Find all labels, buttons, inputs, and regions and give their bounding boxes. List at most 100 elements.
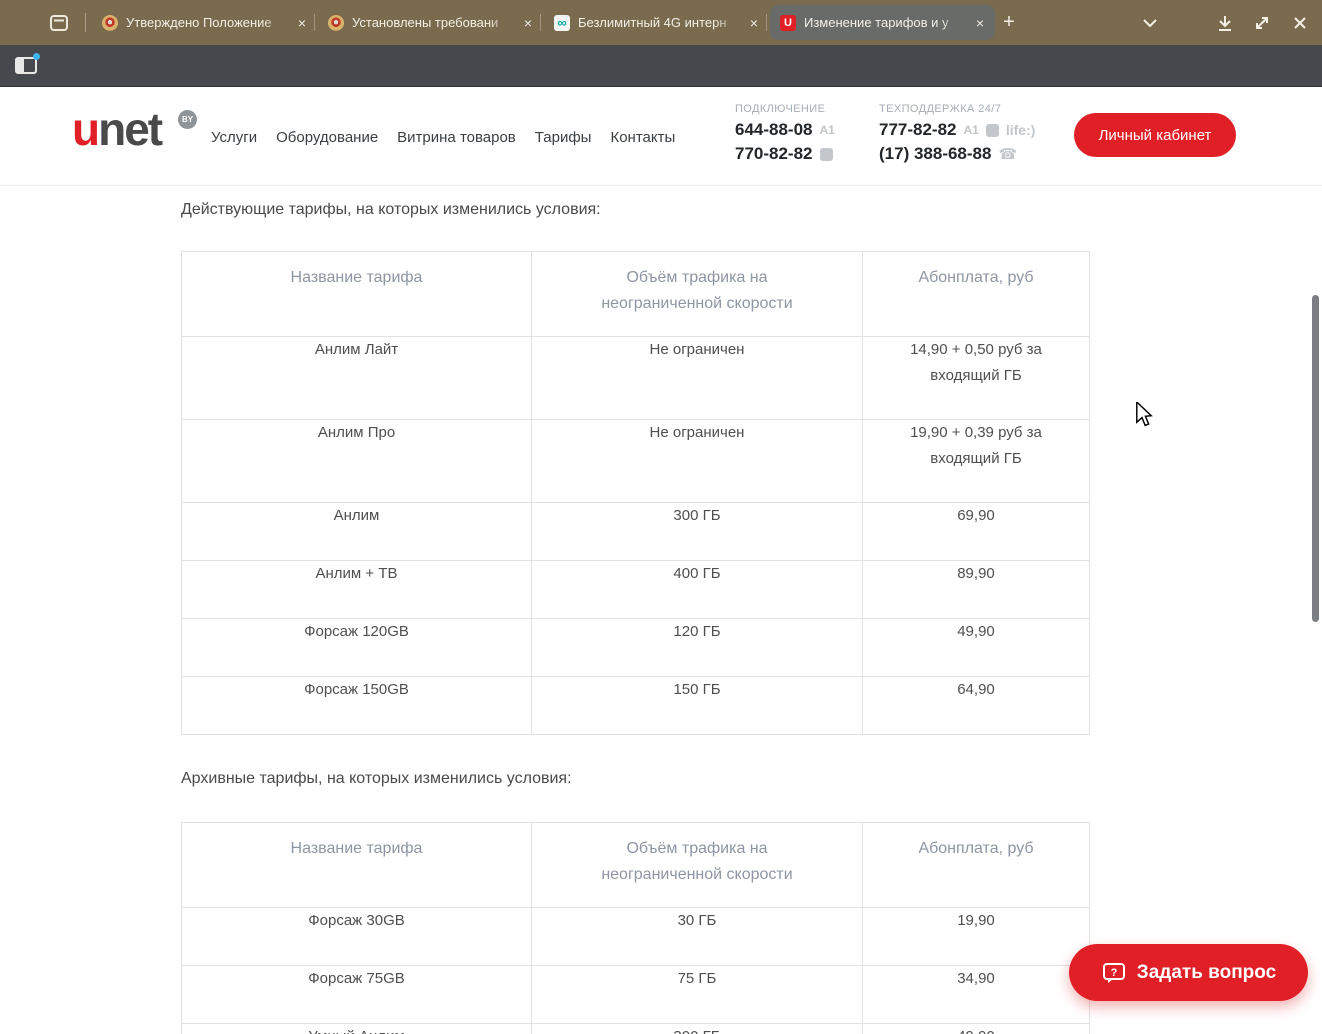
column-header-text: Объём трафика на неограниченной скорости xyxy=(601,840,793,883)
emblem-favicon-icon xyxy=(102,14,118,31)
traffic-cell: 300 ГБ xyxy=(531,502,863,561)
table-row: Умный Анлим300 ГБ49,90 xyxy=(181,1023,1090,1034)
a1-operator-icon: A1 xyxy=(963,123,979,137)
window-titlebar: Утверждено Положение × Установлены требова… xyxy=(0,0,1322,45)
phone-number[interactable]: 770-82-82 xyxy=(735,142,835,166)
column-header: Абонплата, руб xyxy=(862,251,1090,337)
tab-close-icon[interactable]: × xyxy=(973,16,987,30)
table-header-row: Название тарифа Объём трафика на неограни… xyxy=(181,251,1090,337)
tab-separator xyxy=(766,14,767,31)
table-row: Форсаж 120GB 120 ГБ 49,90 xyxy=(181,618,1090,677)
new-tab-button[interactable]: + xyxy=(995,8,1023,36)
archive-tariffs-table: Название тарифа Объём трафика на неограни… xyxy=(181,822,1090,1034)
column-header-text: Абонплата, руб xyxy=(918,840,1034,857)
traffic-cell: 120 ГБ xyxy=(531,618,863,677)
question-bubble-icon: ? xyxy=(1101,960,1127,986)
tariff-name-cell: Умный Анлим xyxy=(181,1023,532,1034)
tab-separator xyxy=(314,14,315,31)
tab-close-icon[interactable]: × xyxy=(295,16,309,30)
a1-operator-icon: A1 xyxy=(819,123,835,137)
section-heading-archive: Архивные тарифы, на которых изменились у… xyxy=(181,770,572,787)
tariff-name-cell: Форсаж 150GB xyxy=(181,676,532,735)
page-viewport: unet BY Услуги Оборудование Витрина товаро… xyxy=(0,88,1322,1034)
personal-account-button[interactable]: Личный кабинет xyxy=(1074,113,1236,157)
restore-window-icon[interactable] xyxy=(1250,11,1274,35)
phone-group-label: ПОДКЛЮЧЕНИЕ xyxy=(735,103,826,115)
phone-number[interactable]: 777-82-82 A1 life:) xyxy=(879,118,1035,142)
infinity-favicon-icon: ∞ xyxy=(554,14,570,31)
table-row: Форсаж 75GB 75 ГБ 34,90 xyxy=(181,965,1090,1024)
firefox-view-icon[interactable] xyxy=(46,11,72,34)
close-window-icon[interactable] xyxy=(1288,11,1312,35)
price-cell: 19,90 xyxy=(862,907,1090,966)
ask-question-label: Задать вопрос xyxy=(1136,961,1277,983)
section-heading-active: Действующие тарифы, на которых изменилис… xyxy=(181,201,601,218)
svg-text:?: ? xyxy=(1110,967,1117,979)
price-cell: 69,90 xyxy=(862,502,1090,561)
column-header: Название тарифа xyxy=(181,251,532,337)
unet-favicon-icon: U xyxy=(780,14,796,31)
traffic-cell: 300 ГБ xyxy=(531,1023,863,1034)
browser-tab[interactable]: U Изменение тарифов и у × xyxy=(770,5,995,40)
tariff-table: Название тарифа Объём трафика на неограни… xyxy=(181,822,1090,1034)
tab-title: Установлены требовани xyxy=(352,15,499,30)
nav-item-оборудование[interactable]: Оборудование xyxy=(276,129,378,146)
life-operator-icon: life:) xyxy=(1005,122,1036,138)
column-header: Объём трафика на неограниченной скорости xyxy=(531,822,863,908)
tariff-name-cell: Анлим Про xyxy=(181,419,532,503)
tariff-name-cell: Форсаж 120GB xyxy=(181,618,532,677)
sidebar-toggle-icon[interactable] xyxy=(15,53,40,74)
logo-by-badge: BY xyxy=(178,110,197,129)
phone-number-text: 777-82-82 xyxy=(879,120,957,139)
table-row: Форсаж 30GB 30 ГБ 19,90 xyxy=(181,907,1090,966)
mouse-cursor xyxy=(1133,402,1155,428)
phone-number[interactable]: 644-88-08 A1 xyxy=(735,118,835,142)
nav-item-услуги[interactable]: Услуги xyxy=(211,129,257,146)
column-header: Абонплата, руб xyxy=(862,822,1090,908)
price-cell: 34,90 xyxy=(862,965,1090,1024)
table-row: Анлим 300 ГБ 69,90 xyxy=(181,502,1090,561)
tab-close-icon[interactable]: × xyxy=(747,16,761,30)
nav-item-контакты[interactable]: Контакты xyxy=(610,129,675,146)
tab-title: Изменение тарифов и у xyxy=(804,15,949,30)
price-cell: 64,90 xyxy=(862,676,1090,735)
traffic-cell: 75 ГБ xyxy=(531,965,863,1024)
column-header-text: Название тарифа xyxy=(290,269,423,286)
unet-logo[interactable]: unet xyxy=(72,106,163,152)
traffic-cell: 400 ГБ xyxy=(531,560,863,619)
tab-list-chevron-icon[interactable] xyxy=(1138,11,1162,35)
tab-title: Безлимитный 4G интерн xyxy=(578,15,727,30)
phone-group-label: ТЕХПОДДЕРЖКА 24/7 xyxy=(879,103,1002,115)
column-header-text: Объём трафика на неограниченной скорости xyxy=(601,269,793,312)
downloads-icon[interactable] xyxy=(1213,11,1237,35)
nav-item-тарифы[interactable]: Тарифы xyxy=(535,129,592,146)
support-phones: ТЕХПОДДЕРЖКА 24/7 777-82-82 A1 life:) (17) 3… xyxy=(879,103,1035,166)
tariff-name-cell: Анлим xyxy=(181,502,532,561)
active-tariffs-table: Название тарифа Объём трафика на неограни… xyxy=(181,251,1090,735)
titlebar-divider xyxy=(85,13,86,32)
phone-number-text: (17) 388-68-88 xyxy=(879,144,992,163)
tariff-table: Название тарифа Объём трафика на неограни… xyxy=(181,251,1090,735)
phone-number-text: 770-82-82 xyxy=(735,144,813,163)
table-row: Анлим Про Не ограничен 19,90 + 0,39 руб за… xyxy=(181,419,1090,503)
scrollbar-thumb[interactable] xyxy=(1312,295,1319,622)
phone-number[interactable]: (17) 388-68-88 ☎ xyxy=(879,142,1035,166)
column-header: Название тарифа xyxy=(181,822,532,908)
tariff-name-cell: Анлим + ТВ xyxy=(181,560,532,619)
column-header-text: Название тарифа xyxy=(290,840,423,857)
site-header: unet BY Услуги Оборудование Витрина товаро… xyxy=(0,88,1322,186)
tariff-name-cell: Форсаж 75GB xyxy=(181,965,532,1024)
connection-phones: ПОДКЛЮЧЕНИЕ 644-88-08 A1 770-82-82 xyxy=(735,103,835,166)
browser-tab[interactable]: Утверждено Положение × xyxy=(92,5,317,40)
tab-close-icon[interactable]: × xyxy=(521,16,535,30)
nav-item-витрина-товаров[interactable]: Витрина товаров xyxy=(397,129,516,146)
traffic-cell: 30 ГБ xyxy=(531,907,863,966)
price-cell: 14,90 + 0,50 руб за входящий ГБ xyxy=(862,336,1090,420)
ask-question-button[interactable]: ? Задать вопрос xyxy=(1069,944,1308,1001)
price-cell: 89,90 xyxy=(862,560,1090,619)
browser-tab[interactable]: Установлены требовани × xyxy=(318,5,543,40)
phone-number-text: 644-88-08 xyxy=(735,120,813,139)
article-content: Действующие тарифы, на которых изменилис… xyxy=(181,186,1090,1034)
column-header-text: Абонплата, руб xyxy=(918,269,1034,286)
browser-tab[interactable]: ∞ Безлимитный 4G интерн × xyxy=(544,5,769,40)
